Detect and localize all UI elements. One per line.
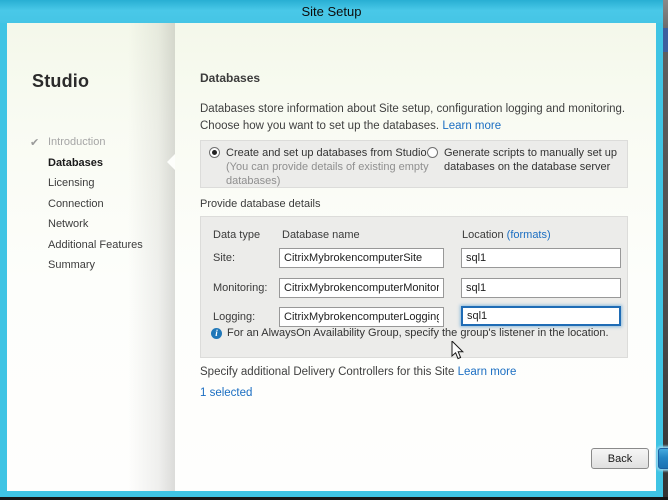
radio-icon-create-databases[interactable]: [209, 147, 220, 158]
description-line2: Choose how you want to set up the databa…: [200, 118, 625, 135]
step-label: Additional Features: [48, 239, 143, 251]
option-generate-scripts[interactable]: Generate scripts to manually set up data…: [427, 146, 623, 174]
screen: Site Setup Studio ✔ Introduction Databas…: [0, 0, 668, 500]
option-create-databases[interactable]: Create and set up databases from Studio …: [209, 146, 434, 188]
back-button[interactable]: Back: [591, 448, 649, 469]
window-titlebar[interactable]: Site Setup: [0, 0, 663, 23]
wizard-sidebar: Studio ✔ Introduction Databases Licensin…: [7, 23, 175, 491]
description-line1: Databases store information about Site s…: [200, 101, 625, 118]
step-label: Network: [48, 218, 88, 230]
option-note: (You can provide details of existing emp…: [226, 160, 434, 188]
logging-database-name-input[interactable]: [279, 307, 444, 327]
col-header-database-name: Database name: [282, 229, 360, 241]
info-text: For an AlwaysOn Availability Group, spec…: [227, 327, 609, 339]
formats-link[interactable]: (formats): [507, 229, 551, 241]
selected-count-link[interactable]: 1 selected: [200, 387, 252, 399]
next-button[interactable]: Next: [658, 448, 668, 469]
col-header-data-type: Data type: [213, 229, 260, 241]
step-licensing: Licensing: [32, 177, 172, 198]
step-network: Network: [32, 218, 172, 239]
learn-more-link-controllers[interactable]: Learn more: [458, 366, 517, 378]
monitoring-database-name-input[interactable]: [279, 278, 444, 298]
current-step-pointer: [167, 154, 175, 170]
site-setup-window: Site Setup Studio ✔ Introduction Databas…: [0, 0, 663, 497]
alwayson-info: i For an AlwaysOn Availability Group, sp…: [211, 327, 621, 339]
step-databases: Databases: [32, 157, 172, 178]
site-location-input[interactable]: [461, 248, 621, 268]
logging-location-input[interactable]: [461, 306, 621, 326]
page-description: Databases store information about Site s…: [200, 101, 625, 135]
row-label-logging: Logging:: [213, 311, 255, 323]
step-connection: Connection: [32, 198, 172, 219]
step-introduction[interactable]: ✔ Introduction: [32, 136, 172, 157]
window-title: Site Setup: [302, 4, 362, 19]
desktop-edge-right: [663, 0, 668, 500]
step-label: Licensing: [48, 177, 94, 189]
check-icon: ✔: [30, 136, 39, 149]
page-title: Databases: [200, 71, 260, 85]
app-title: Studio: [32, 71, 89, 92]
database-setup-options-panel: Create and set up databases from Studio …: [200, 140, 628, 188]
database-details-panel: Data type Database name Location (format…: [200, 216, 628, 358]
details-section-label: Provide database details: [200, 198, 320, 210]
step-label: Introduction: [48, 136, 105, 148]
row-label-monitoring: Monitoring:: [213, 282, 267, 294]
learn-more-link-databases[interactable]: Learn more: [442, 120, 501, 132]
background-scrollbar-thumb: [663, 28, 668, 52]
col-header-location: Location (formats): [462, 229, 551, 241]
step-label: Databases: [48, 157, 103, 169]
delivery-controllers-line: Specify additional Delivery Controllers …: [200, 366, 516, 378]
step-label: Summary: [48, 259, 95, 271]
site-database-name-input[interactable]: [279, 248, 444, 268]
row-label-site: Site:: [213, 252, 235, 264]
step-additional-features: Additional Features: [32, 239, 172, 260]
option-label: Create and set up databases from Studio: [226, 146, 434, 160]
monitoring-location-input[interactable]: [461, 278, 621, 298]
step-summary: Summary: [32, 259, 172, 280]
wizard-steps: ✔ Introduction Databases Licensing Conne…: [32, 136, 172, 280]
window-content: Studio ✔ Introduction Databases Licensin…: [7, 23, 656, 491]
step-label: Connection: [48, 198, 104, 210]
radio-icon-generate-scripts[interactable]: [427, 147, 438, 158]
info-icon: i: [211, 328, 222, 339]
option-label: Generate scripts to manually set up data…: [444, 146, 623, 174]
main-pane: Databases Databases store information ab…: [175, 23, 656, 491]
